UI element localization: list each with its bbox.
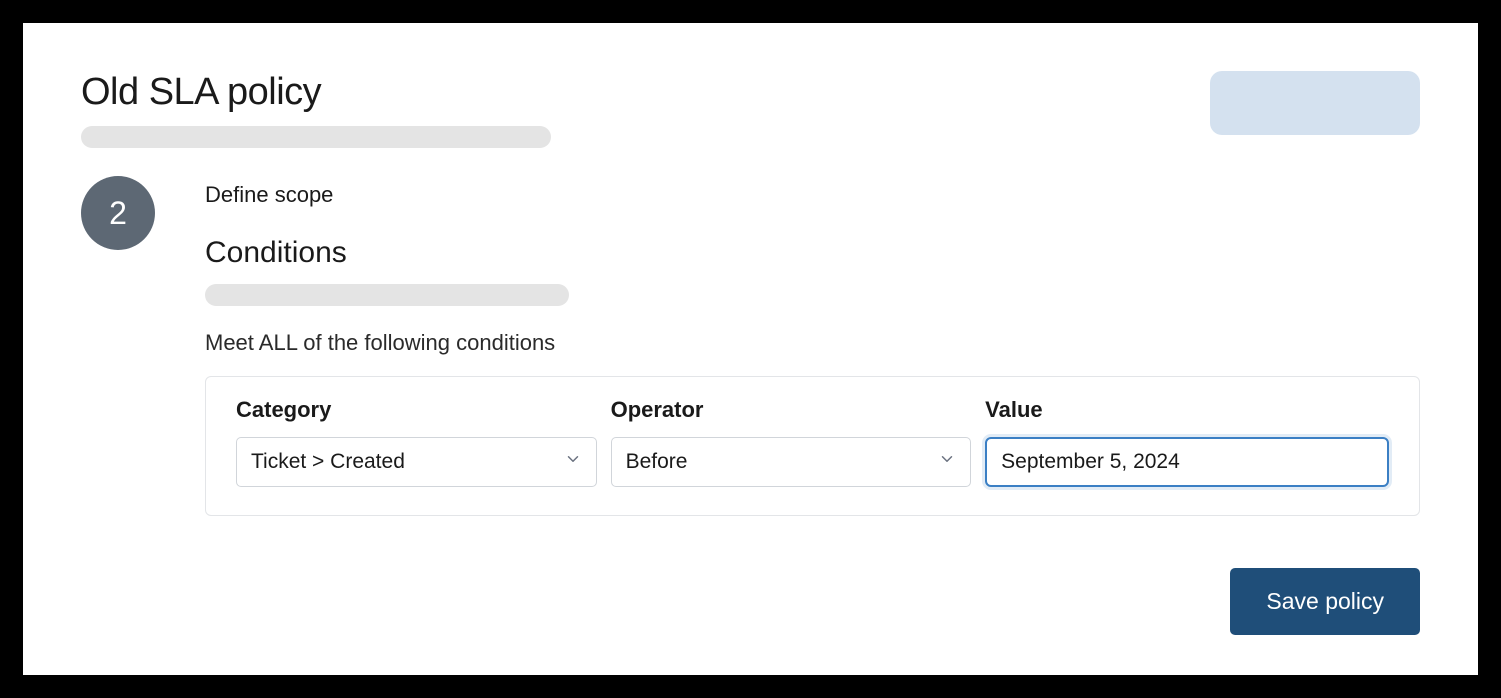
footer-actions: Save policy xyxy=(81,568,1420,635)
category-column: Category Ticket > Created xyxy=(236,397,597,487)
policy-editor-panel: Old SLA policy 2 Define scope Conditions… xyxy=(18,18,1483,680)
conditions-instruction: Meet ALL of the following conditions xyxy=(205,330,1420,356)
step-row: 2 Define scope Conditions Meet ALL of th… xyxy=(81,176,1420,516)
step-indicator-column: 2 xyxy=(81,176,155,250)
page-title: Old SLA policy xyxy=(81,71,551,114)
value-column: Value xyxy=(985,397,1389,487)
conditions-subtitle-placeholder xyxy=(205,284,569,306)
save-policy-button[interactable]: Save policy xyxy=(1230,568,1420,635)
operator-select[interactable]: Before xyxy=(611,437,972,487)
category-select[interactable]: Ticket > Created xyxy=(236,437,597,487)
condition-row: Category Ticket > Created Operator Befor… xyxy=(205,376,1420,516)
conditions-title: Conditions xyxy=(205,236,1420,270)
value-label: Value xyxy=(985,397,1389,423)
header-left: Old SLA policy xyxy=(81,71,551,148)
step-heading: Define scope xyxy=(205,182,1420,208)
step-content: Define scope Conditions Meet ALL of the … xyxy=(205,176,1420,516)
chevron-down-icon xyxy=(564,450,582,474)
header-action-placeholder[interactable] xyxy=(1210,71,1420,135)
operator-column: Operator Before xyxy=(611,397,972,487)
operator-label: Operator xyxy=(611,397,972,423)
chevron-down-icon xyxy=(938,450,956,474)
step-number-badge: 2 xyxy=(81,176,155,250)
category-select-value: Ticket > Created xyxy=(251,450,405,474)
title-placeholder-bar xyxy=(81,126,551,148)
value-input[interactable] xyxy=(985,437,1389,487)
header-row: Old SLA policy xyxy=(81,71,1420,148)
operator-select-value: Before xyxy=(626,450,688,474)
category-label: Category xyxy=(236,397,597,423)
